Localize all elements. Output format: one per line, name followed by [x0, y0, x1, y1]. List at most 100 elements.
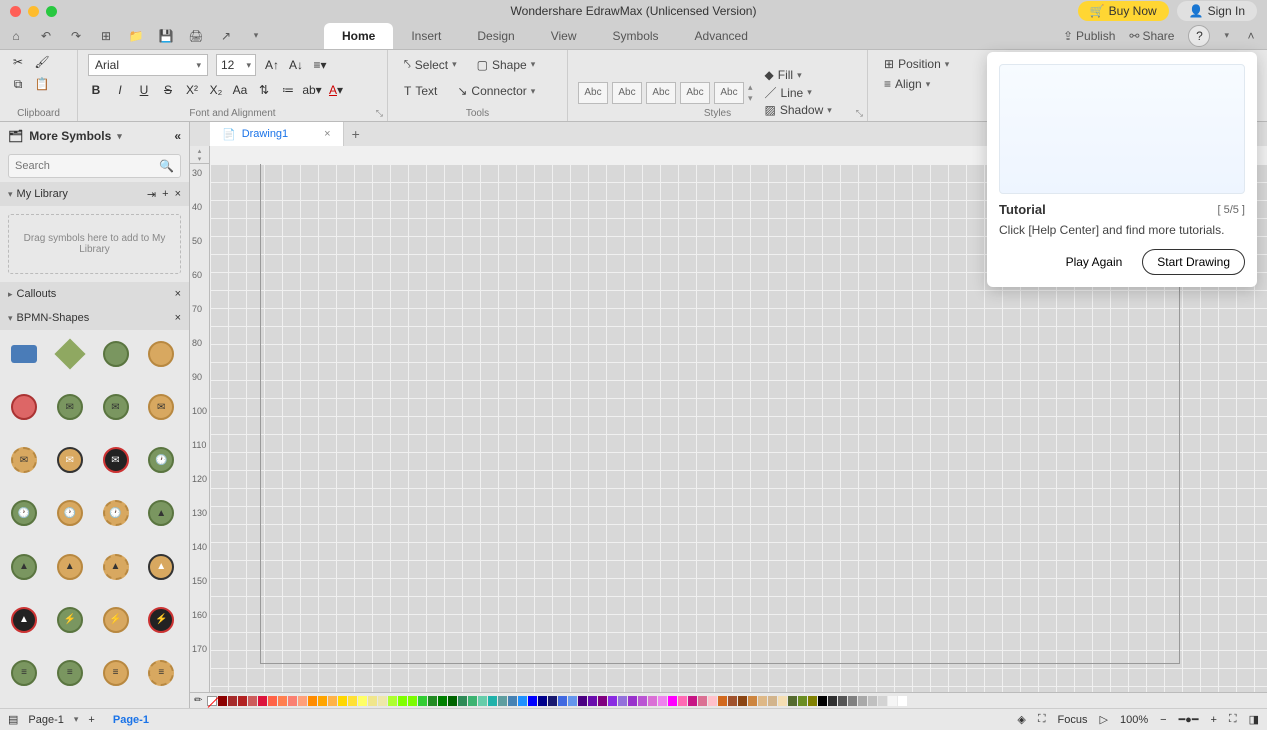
- color-swatch[interactable]: [848, 696, 857, 706]
- bpmn-shape[interactable]: ▲: [54, 551, 86, 583]
- section-callouts[interactable]: ▸Callouts ×: [0, 282, 189, 306]
- color-swatch[interactable]: [568, 696, 577, 706]
- bpmn-shape[interactable]: ≡: [54, 657, 86, 689]
- undo-icon[interactable]: ↶: [38, 28, 54, 44]
- bpmn-shape[interactable]: [145, 338, 177, 370]
- italic-icon[interactable]: I: [112, 82, 128, 98]
- color-swatch[interactable]: [458, 696, 467, 706]
- color-swatch[interactable]: [748, 696, 757, 706]
- shape-tool[interactable]: ▢Shape▾: [471, 55, 542, 75]
- color-swatch[interactable]: [228, 696, 237, 706]
- bpmn-shape[interactable]: ✉: [54, 444, 86, 476]
- help-dropdown-icon[interactable]: ▾: [1224, 30, 1229, 41]
- page-selector[interactable]: Page-1: [28, 714, 63, 726]
- color-swatch[interactable]: [828, 696, 837, 706]
- color-swatch[interactable]: [578, 696, 587, 706]
- color-swatch[interactable]: [738, 696, 747, 706]
- bpmn-shape[interactable]: [8, 338, 40, 370]
- bpmn-shape[interactable]: ▲: [8, 604, 40, 636]
- color-swatch[interactable]: [588, 696, 597, 706]
- tab-insert[interactable]: Insert: [393, 23, 459, 49]
- color-swatch[interactable]: [768, 696, 777, 706]
- color-swatch[interactable]: [318, 696, 327, 706]
- color-swatch[interactable]: [548, 696, 557, 706]
- color-swatch[interactable]: [718, 696, 727, 706]
- fullscreen-icon[interactable]: ⛶: [1229, 713, 1237, 726]
- paste-icon[interactable]: 📋: [34, 76, 50, 92]
- text-tool[interactable]: TText: [398, 81, 443, 101]
- color-swatch[interactable]: [658, 696, 667, 706]
- align-menu-icon[interactable]: ≡▾: [312, 57, 328, 73]
- color-swatch[interactable]: [618, 696, 627, 706]
- color-swatch[interactable]: [288, 696, 297, 706]
- bold-icon[interactable]: B: [88, 82, 104, 98]
- bpmn-shape[interactable]: ✉: [54, 391, 86, 423]
- bpmn-shape[interactable]: ✉: [145, 391, 177, 423]
- section-bpmn[interactable]: ▾BPMN-Shapes ×: [0, 306, 189, 330]
- color-swatch[interactable]: [778, 696, 787, 706]
- add-page-icon[interactable]: +: [88, 714, 94, 726]
- symbol-search-input[interactable]: [15, 160, 159, 172]
- color-swatch[interactable]: [598, 696, 607, 706]
- style-gallery[interactable]: Abc Abc Abc Abc Abc: [578, 82, 744, 104]
- share-button[interactable]: ⚯Share: [1129, 29, 1174, 43]
- connector-tool[interactable]: ↘Connector▾: [451, 81, 541, 101]
- color-swatch[interactable]: [218, 696, 227, 706]
- color-swatch[interactable]: [398, 696, 407, 706]
- color-swatch[interactable]: [788, 696, 797, 706]
- shrink-font-icon[interactable]: A↓: [288, 57, 304, 73]
- color-swatch[interactable]: [338, 696, 347, 706]
- bpmn-shape[interactable]: [54, 338, 86, 370]
- strikethrough-icon[interactable]: S: [160, 82, 176, 98]
- bpmn-shape[interactable]: ▲: [145, 551, 177, 583]
- bpmn-shape[interactable]: 🕐: [145, 444, 177, 476]
- color-swatch[interactable]: [668, 696, 677, 706]
- bpmn-shape[interactable]: 🕐: [8, 497, 40, 529]
- color-swatch[interactable]: [838, 696, 847, 706]
- gallery-up-icon[interactable]: ▴: [748, 82, 753, 93]
- sign-in-button[interactable]: 👤Sign In: [1177, 1, 1257, 21]
- focus-button[interactable]: Focus: [1058, 714, 1088, 726]
- close-window-button[interactable]: [10, 6, 21, 17]
- sidebar-collapse-icon[interactable]: «: [174, 129, 181, 143]
- color-swatch[interactable]: [348, 696, 357, 706]
- color-swatch[interactable]: [898, 696, 907, 706]
- color-swatch[interactable]: [488, 696, 497, 706]
- panel-toggle-icon[interactable]: ◨: [1249, 713, 1259, 726]
- subscript-icon[interactable]: X₂: [208, 82, 224, 98]
- page-dropdown-icon[interactable]: ▾: [74, 714, 79, 725]
- gallery-down-icon[interactable]: ▾: [748, 93, 753, 104]
- color-swatch[interactable]: [878, 696, 887, 706]
- bpmn-shape[interactable]: ▲: [8, 551, 40, 583]
- section-my-library[interactable]: ▾My Library ⇥ + ×: [0, 182, 189, 206]
- tab-symbols[interactable]: Symbols: [595, 23, 677, 49]
- font-family-select[interactable]: Arial▾: [88, 54, 208, 76]
- bpmn-shape[interactable]: [100, 338, 132, 370]
- color-swatch[interactable]: [758, 696, 767, 706]
- bpmn-shape[interactable]: ✉: [100, 391, 132, 423]
- color-swatch[interactable]: [818, 696, 827, 706]
- style-swatch-2[interactable]: Abc: [612, 82, 642, 104]
- color-swatch[interactable]: [798, 696, 807, 706]
- style-swatch-5[interactable]: Abc: [714, 82, 744, 104]
- search-icon[interactable]: 🔍: [159, 159, 174, 173]
- color-swatch[interactable]: [628, 696, 637, 706]
- style-swatch-3[interactable]: Abc: [646, 82, 676, 104]
- color-swatch[interactable]: [428, 696, 437, 706]
- sidebar-title-dropdown[interactable]: ▾: [117, 131, 122, 142]
- color-swatch[interactable]: [368, 696, 377, 706]
- maximize-window-button[interactable]: [46, 6, 57, 17]
- home-icon[interactable]: ⌂: [8, 28, 24, 44]
- tab-design[interactable]: Design: [459, 23, 532, 49]
- open-icon[interactable]: 📁: [128, 28, 144, 44]
- qat-more-icon[interactable]: ▾: [248, 28, 264, 44]
- add-library-icon[interactable]: +: [162, 188, 168, 201]
- bpmn-shape[interactable]: ≡: [100, 657, 132, 689]
- color-swatch[interactable]: [638, 696, 647, 706]
- color-swatch[interactable]: [328, 696, 337, 706]
- minimize-window-button[interactable]: [28, 6, 39, 17]
- color-swatch[interactable]: [708, 696, 717, 706]
- grow-font-icon[interactable]: A↑: [264, 57, 280, 73]
- color-swatch[interactable]: [448, 696, 457, 706]
- tab-home[interactable]: Home: [324, 23, 393, 49]
